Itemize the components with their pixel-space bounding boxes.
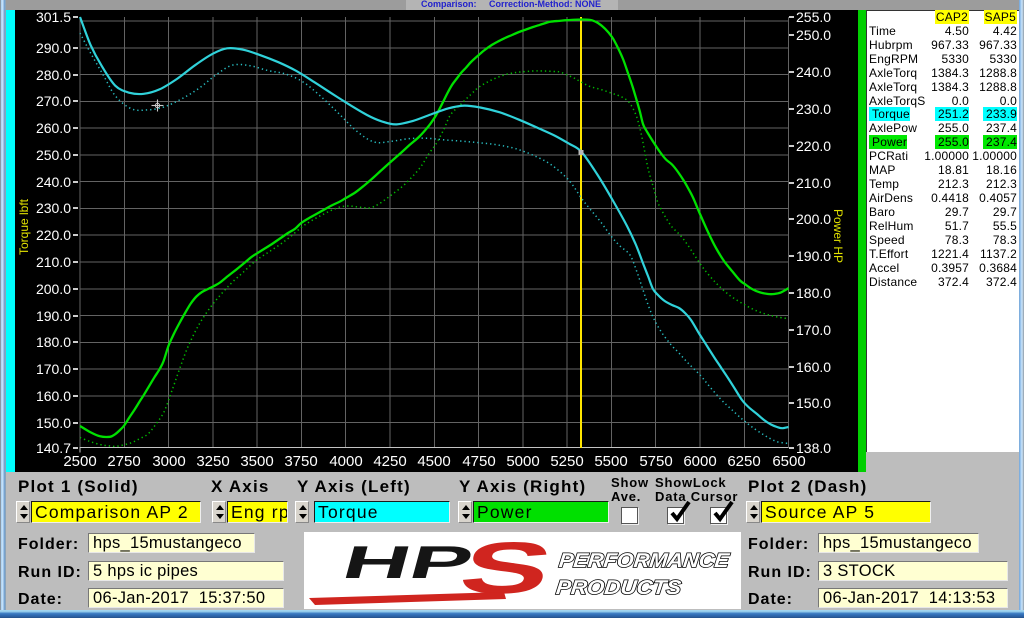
svg-text:PRODUCTS: PRODUCTS	[555, 577, 683, 599]
svg-text:HP: HP	[337, 537, 479, 588]
svg-text:PERFORMANCE: PERFORMANCE	[558, 550, 731, 572]
